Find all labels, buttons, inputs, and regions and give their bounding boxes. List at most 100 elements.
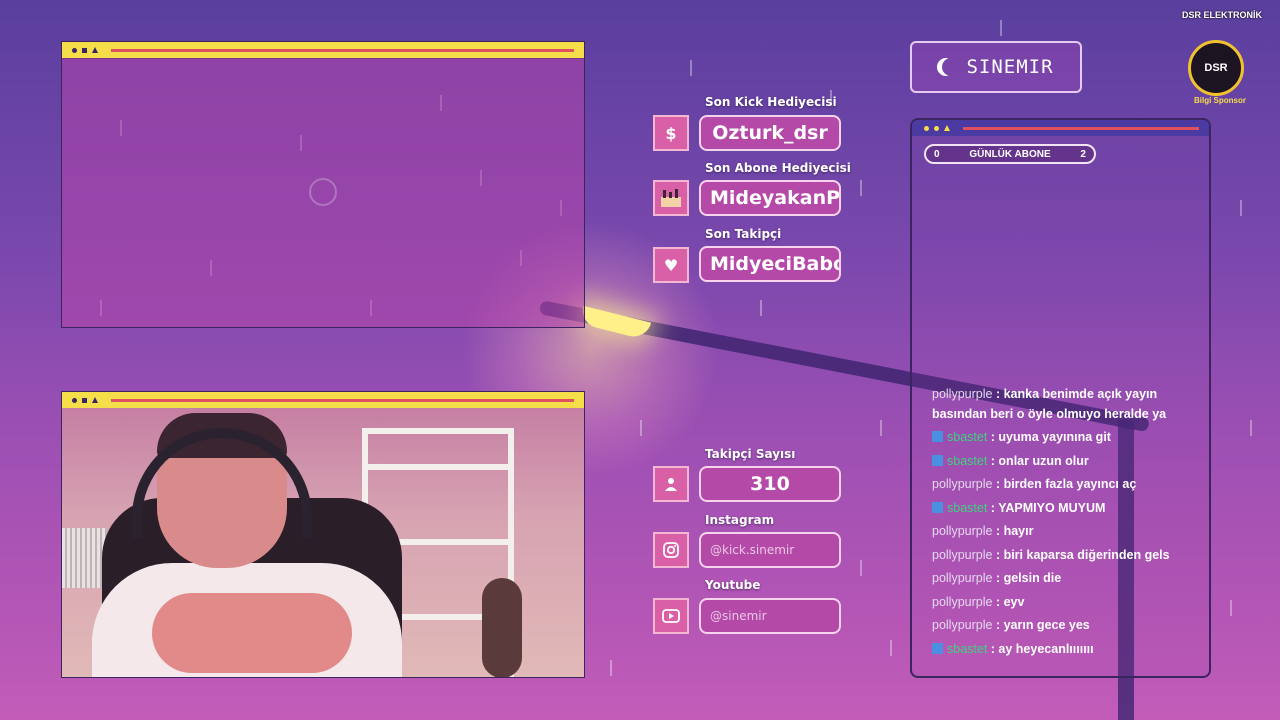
game-capture-window: [61, 41, 585, 328]
gift-icon: [653, 180, 689, 216]
window-titlebar: [62, 42, 584, 59]
chat-separator: :: [992, 477, 1004, 491]
chat-separator: :: [992, 387, 1004, 401]
sponsor-emblem: DSR: [1188, 40, 1244, 96]
instagram-icon: [653, 532, 689, 568]
chat-username[interactable]: pollypurple: [932, 618, 992, 632]
raindrop: [640, 420, 642, 436]
instagram-value[interactable]: @kick.sinemir: [699, 532, 841, 568]
chat-messages: pollypurple : kanka benimde açık yayın b…: [932, 385, 1202, 663]
chat-text: YAPMIYO MUYUM: [998, 500, 1106, 515]
sponsor-subtitle: Bilgi Sponsor: [1194, 96, 1246, 105]
raindrop: [1000, 20, 1002, 36]
chat-text: biri kaparsa diğerinden gels: [1003, 547, 1170, 562]
sponsor-logo: DSR ELEKTRONİK DSR Bilgi Sponsor: [1170, 10, 1274, 110]
chat-username[interactable]: pollypurple: [932, 524, 992, 538]
chat-message: pollypurple : gelsin die: [932, 569, 1202, 589]
webcam-window: [61, 391, 585, 678]
raindrop: [610, 660, 612, 676]
chat-message: pollypurple : kanka benimde açık yayın b…: [932, 385, 1202, 424]
chat-username[interactable]: sbastet: [947, 430, 987, 444]
chat-username[interactable]: sbastet: [947, 454, 987, 468]
chat-window: 0 GÜNLÜK ABONE 2 pollypurple : kanka ben…: [910, 118, 1211, 678]
dot-icon: [934, 125, 939, 131]
chat-text: uyuma yayınına git: [998, 430, 1111, 444]
raindrop: [1250, 420, 1252, 436]
chat-username[interactable]: sbastet: [947, 642, 987, 656]
dot-icon: [72, 397, 77, 403]
youtube-label: Youtube: [705, 578, 761, 592]
chat-message: pollypurple : biri kaparsa diğerinden ge…: [932, 546, 1202, 566]
dollar-icon: $: [653, 115, 689, 151]
chat-message: pollypurple : birden fazla yayıncı aç: [932, 475, 1202, 495]
chat-separator: :: [987, 641, 999, 656]
chat-message: sbastet : onlar uzun olur: [932, 452, 1202, 472]
last-sub-gift-label: Son Abone Hediyecisi: [705, 161, 851, 175]
subscriber-badge-icon: [932, 431, 943, 442]
raindrop: [860, 180, 862, 196]
user-icon: [653, 466, 689, 502]
chat-username[interactable]: pollypurple: [932, 548, 992, 562]
subscriber-badge-icon: [932, 501, 943, 513]
square-icon: [82, 47, 87, 53]
raindrop: [690, 60, 692, 76]
chat-username[interactable]: pollypurple: [932, 477, 992, 491]
chat-message: pollypurple : eyv: [932, 593, 1202, 613]
daily-sub-start: 0: [934, 148, 940, 160]
dot-icon: [72, 47, 77, 53]
last-kick-gift-label: Son Kick Hediyecisi: [705, 95, 837, 109]
daily-sub-goal: 0 GÜNLÜK ABONE 2: [924, 144, 1096, 164]
chat-separator: :: [992, 571, 1004, 585]
chat-separator: :: [992, 618, 1004, 632]
streamer-hands: [152, 593, 352, 673]
square-icon: [82, 397, 87, 403]
triangle-icon: [92, 397, 98, 403]
chat-separator: :: [992, 524, 1004, 538]
chat-separator: :: [987, 430, 999, 444]
heart-icon: ♥: [653, 247, 689, 283]
chat-text: birden fazla yayıncı aç: [1003, 477, 1137, 491]
chat-text: eyv: [1003, 594, 1025, 609]
streamer-name-button[interactable]: SINEMIR: [910, 41, 1082, 93]
chat-text: onlar uzun olur: [998, 453, 1089, 468]
chat-message: sbastet : YAPMIYO MUYUM: [932, 499, 1202, 519]
chat-text: gelsin die: [1003, 571, 1062, 585]
daily-sub-goal-value: 2: [1080, 148, 1086, 160]
subscriber-badge-icon: [932, 454, 943, 466]
triangle-icon: [944, 125, 950, 131]
daily-sub-label: GÜNLÜK ABONE: [969, 148, 1051, 160]
plush-toy: [482, 578, 522, 677]
radiator: [62, 528, 107, 588]
window-titlebar: [62, 392, 584, 409]
sponsor-title: DSR ELEKTRONİK: [1181, 10, 1262, 20]
chat-separator: :: [992, 547, 1004, 562]
chat-username[interactable]: pollypurple: [932, 571, 992, 585]
chat-separator: :: [992, 594, 1004, 609]
last-follower-value: MidyeciBabo: [699, 246, 841, 282]
last-follower-label: Son Takipçi: [705, 227, 782, 241]
raindrop: [1240, 200, 1242, 216]
titlebar-line: [111, 398, 574, 402]
moon-icon: [942, 58, 960, 76]
chat-text: yarın gece yes: [1003, 618, 1090, 632]
youtube-icon: [653, 598, 689, 634]
follower-count-label: Takipçi Sayısı: [705, 447, 796, 461]
chat-separator: :: [987, 453, 999, 468]
chat-username[interactable]: sbastet: [947, 501, 987, 515]
dot-icon: [924, 125, 929, 131]
loading-spinner-icon: [309, 178, 337, 206]
youtube-value[interactable]: @sinemir: [699, 598, 841, 634]
raindrop: [1230, 600, 1232, 616]
chat-text: ay heyecanlııııııı: [998, 641, 1094, 656]
raindrop: [760, 300, 762, 316]
chat-username[interactable]: pollypurple: [932, 595, 992, 609]
chat-username[interactable]: pollypurple: [932, 387, 992, 401]
follower-count-value: 310: [699, 466, 841, 502]
game-capture-area: [62, 58, 584, 327]
raindrop: [880, 420, 882, 436]
streamer-name: SINEMIR: [966, 56, 1054, 78]
raindrop: [890, 640, 892, 656]
chat-text: hayır: [1003, 524, 1034, 538]
last-sub-gift-value: MideyakanPog: [699, 180, 841, 216]
chat-message: sbastet : uyuma yayınına git: [932, 428, 1202, 448]
